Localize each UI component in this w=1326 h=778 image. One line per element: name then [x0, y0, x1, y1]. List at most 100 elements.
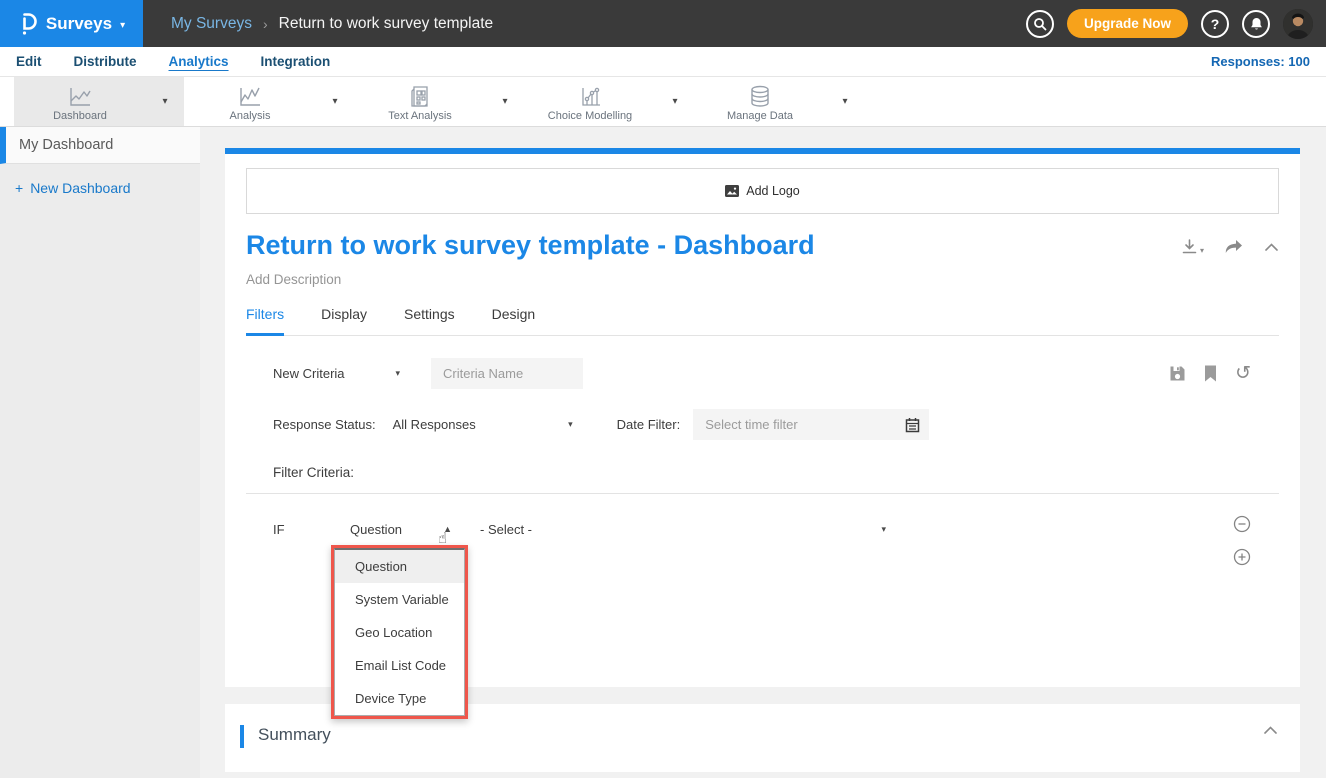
- tab-settings[interactable]: Settings: [404, 306, 455, 336]
- tool-manage-data[interactable]: Manage Data: [694, 77, 826, 126]
- tool-dashboard[interactable]: Dashboard: [14, 77, 146, 126]
- chevron-down-icon: ▾: [1200, 246, 1204, 255]
- line-chart-icon: [67, 86, 93, 108]
- search-icon: [1033, 17, 1047, 31]
- menu-integration[interactable]: Integration: [261, 54, 331, 69]
- database-icon: [748, 85, 772, 108]
- tool-label: Choice Modelling: [548, 110, 632, 122]
- tool-label: Dashboard: [53, 110, 107, 122]
- section-accent-bar: [240, 725, 244, 748]
- tool-text-analysis[interactable]: Text Analysis: [354, 77, 486, 126]
- dropdown-item-question[interactable]: Question: [335, 550, 464, 583]
- dropdown-item-geo-location[interactable]: Geo Location: [335, 616, 464, 649]
- add-logo-button[interactable]: Add Logo: [246, 168, 1279, 214]
- help-button[interactable]: ?: [1201, 10, 1229, 38]
- if-label: IF: [273, 522, 350, 537]
- responses-count[interactable]: Responses: 100: [1211, 54, 1310, 69]
- breadcrumb-my-surveys[interactable]: My Surveys: [171, 15, 252, 33]
- question-select-value: - Select -: [480, 522, 532, 537]
- product-label: Surveys: [46, 14, 112, 34]
- plus-icon: +: [15, 180, 23, 196]
- tool-analysis[interactable]: Analysis: [184, 77, 316, 126]
- response-status-label: Response Status:: [273, 417, 376, 432]
- divider: [246, 493, 1279, 494]
- response-status-value: All Responses: [393, 417, 476, 432]
- menu-distribute[interactable]: Distribute: [74, 54, 137, 69]
- tool-group-text-analysis: Text Analysis ▾: [354, 77, 524, 126]
- bell-icon: [1250, 17, 1263, 31]
- notifications-button[interactable]: [1242, 10, 1270, 38]
- field-type-value: Question: [350, 522, 402, 537]
- sidebar-item-my-dashboard[interactable]: My Dashboard: [0, 127, 200, 164]
- menu-edit[interactable]: Edit: [16, 54, 42, 69]
- filter-criteria-label: Filter Criteria:: [273, 465, 1279, 480]
- tab-filters[interactable]: Filters: [246, 306, 284, 336]
- criteria-actions: ↺: [1169, 365, 1251, 382]
- chevron-down-icon[interactable]: ▾: [486, 77, 524, 126]
- avatar[interactable]: [1283, 9, 1313, 39]
- line-chart-icon: [237, 86, 263, 108]
- dropdown-item-email-list-code[interactable]: Email List Code: [335, 649, 464, 682]
- page-title[interactable]: Return to work survey template - Dashboa…: [246, 230, 815, 261]
- upgrade-now-button[interactable]: Upgrade Now: [1067, 9, 1188, 38]
- dashboard-settings-card: Add Logo Return to work survey template …: [225, 148, 1300, 687]
- dashboard-content: Add Logo Return to work survey template …: [200, 127, 1326, 778]
- product-switcher[interactable]: Surveys ▾: [0, 0, 143, 47]
- criteria-name-input[interactable]: [431, 358, 583, 389]
- criteria-select[interactable]: New Criteria ▾: [273, 366, 400, 381]
- new-dashboard-label: New Dashboard: [30, 180, 130, 196]
- download-button[interactable]: ▾: [1181, 238, 1204, 255]
- reset-button[interactable]: ↺: [1235, 365, 1251, 382]
- criteria-row-actions: [1233, 515, 1251, 566]
- save-button[interactable]: [1169, 365, 1186, 382]
- tool-label: Text Analysis: [388, 110, 452, 122]
- breadcrumb-separator: ›: [263, 16, 268, 32]
- analytics-toolbar: Dashboard ▾ Analysis ▾ Text A: [0, 77, 1326, 127]
- chevron-down-icon[interactable]: ▾: [316, 77, 354, 126]
- document-grid-icon: [408, 85, 432, 108]
- chevron-down-icon[interactable]: ▾: [146, 77, 184, 126]
- breadcrumb-current: Return to work survey template: [279, 15, 494, 33]
- title-actions: ▾: [1181, 230, 1279, 255]
- new-dashboard-button[interactable]: + New Dashboard: [0, 164, 200, 196]
- menu-analytics[interactable]: Analytics: [169, 54, 229, 69]
- remove-criteria-button[interactable]: [1233, 515, 1251, 533]
- breadcrumb: My Surveys › Return to work survey templ…: [171, 15, 493, 33]
- question-select[interactable]: - Select - ▾: [480, 522, 886, 537]
- calendar-icon[interactable]: [905, 417, 920, 433]
- add-description-button[interactable]: Add Description: [246, 272, 1279, 287]
- scatter-chart-icon: [577, 86, 603, 108]
- share-button[interactable]: [1224, 239, 1244, 255]
- settings-tabs: Filters Display Settings Design: [246, 306, 1279, 336]
- dropdown-item-device-type[interactable]: Device Type: [335, 682, 464, 715]
- bookmark-button[interactable]: [1204, 365, 1217, 382]
- cursor-icon: ☝: [438, 529, 447, 547]
- tab-design[interactable]: Design: [492, 306, 536, 336]
- chevron-down-icon: ▾: [881, 524, 886, 535]
- tab-display[interactable]: Display: [321, 306, 367, 336]
- collapse-summary-button[interactable]: [1263, 725, 1278, 735]
- menubar: Edit Distribute Analytics Integration Re…: [0, 47, 1326, 77]
- add-logo-label: Add Logo: [746, 184, 800, 198]
- field-type-dropdown: Question System Variable Geo Location Em…: [331, 545, 468, 719]
- field-type-select[interactable]: Question ▲ ☝: [350, 522, 452, 537]
- dropdown-item-system-variable[interactable]: System Variable: [335, 583, 464, 616]
- tool-group-manage-data: Manage Data ▾: [694, 77, 864, 126]
- questionpro-logo-icon: [18, 11, 38, 37]
- tool-group-choice-modelling: Choice Modelling ▾: [524, 77, 694, 126]
- chevron-down-icon[interactable]: ▾: [656, 77, 694, 126]
- date-filter-input[interactable]: [693, 409, 905, 440]
- date-filter-label: Date Filter:: [617, 417, 681, 432]
- response-status-select[interactable]: All Responses ▾: [393, 417, 573, 432]
- chevron-down-icon: ▾: [120, 20, 125, 31]
- collapse-header-button[interactable]: [1264, 242, 1279, 252]
- search-button[interactable]: [1026, 10, 1054, 38]
- chevron-down-icon: ▾: [568, 419, 573, 430]
- chevron-down-icon[interactable]: ▾: [826, 77, 864, 126]
- sidebar-item-label: My Dashboard: [19, 137, 113, 153]
- chevron-down-icon: ▾: [395, 368, 400, 379]
- add-criteria-button[interactable]: [1233, 548, 1251, 566]
- tool-choice-modelling[interactable]: Choice Modelling: [524, 77, 656, 126]
- topbar-actions: Upgrade Now ?: [1026, 9, 1326, 39]
- question-mark-icon: ?: [1211, 16, 1220, 32]
